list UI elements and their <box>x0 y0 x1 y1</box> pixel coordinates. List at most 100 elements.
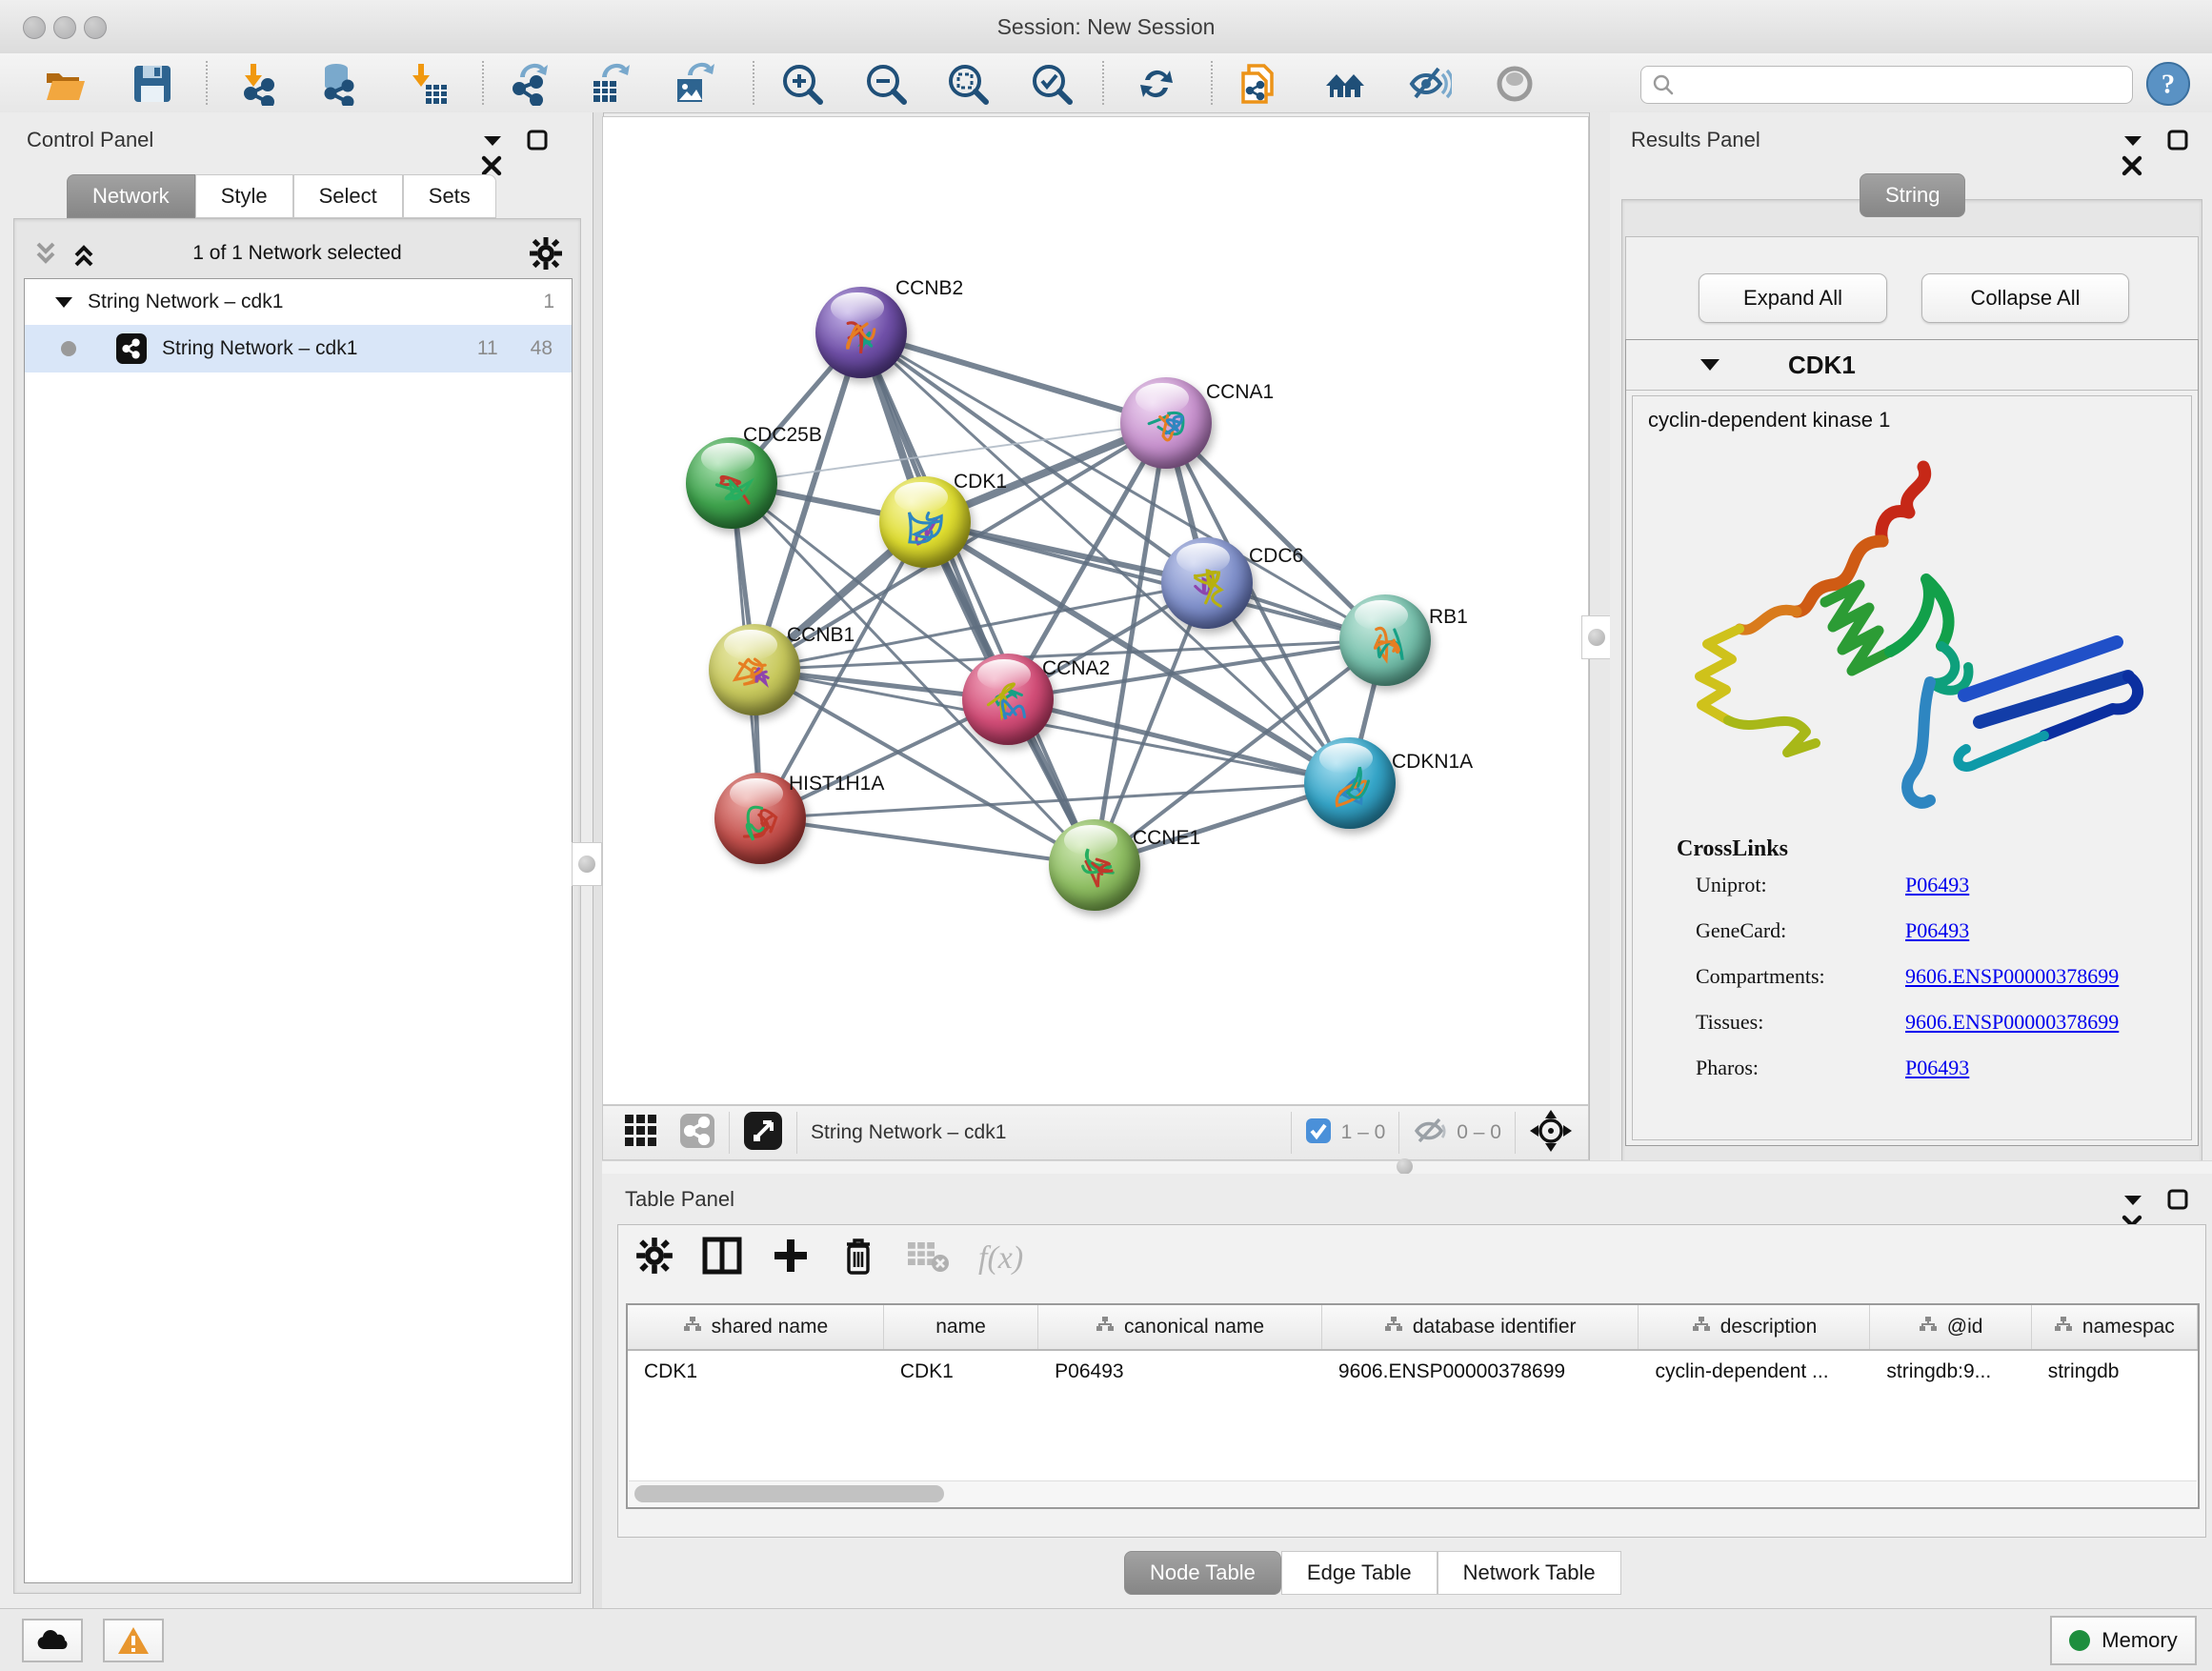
import-network-database-icon[interactable] <box>316 61 362 107</box>
export-table-icon[interactable] <box>587 61 633 107</box>
detach-view-icon[interactable] <box>743 1111 783 1156</box>
network-row-selected[interactable]: String Network – cdk1 11 48 <box>25 325 572 372</box>
tab-network-table[interactable]: Network Table <box>1438 1551 1621 1595</box>
float-panel-icon[interactable] <box>2166 1189 2189 1210</box>
bottom-splitter-handle[interactable] <box>1397 1158 1413 1175</box>
export-network-icon[interactable] <box>507 61 553 107</box>
function-builder-icon[interactable]: f(x) <box>978 1240 1023 1277</box>
tab-style[interactable]: Style <box>195 174 293 218</box>
expand-all-button[interactable]: Expand All <box>1699 273 1887 323</box>
network-node-ccne1[interactable] <box>1049 819 1140 911</box>
tab-string[interactable]: String <box>1860 173 1965 217</box>
table-cell[interactable]: cyclin-dependent ... <box>1639 1351 1870 1393</box>
table-cell[interactable]: stringdb:9... <box>1870 1351 2031 1393</box>
open-session-icon[interactable] <box>42 61 88 107</box>
delete-column-icon[interactable] <box>839 1235 877 1281</box>
welcome-screen-icon[interactable] <box>1322 61 1368 107</box>
collapse-all-button[interactable]: Collapse All <box>1921 273 2129 323</box>
float-panel-icon[interactable] <box>526 130 549 151</box>
hidden-eye-icon[interactable] <box>1413 1116 1447 1151</box>
float-panel-icon[interactable] <box>2166 130 2189 151</box>
network-node-rb1[interactable] <box>1339 594 1431 686</box>
crosslink-value-link[interactable]: P06493 <box>1905 1056 1969 1080</box>
node-label-ccna1: CCNA1 <box>1206 381 1274 404</box>
delete-table-icon[interactable] <box>906 1237 950 1279</box>
crosslink-value-link[interactable]: 9606.ENSP00000378699 <box>1905 1010 2119 1035</box>
entry-header[interactable]: CDK1 <box>1626 340 2198 391</box>
table-row[interactable]: CDK1CDK1P064939606.ENSP00000378699cyclin… <box>628 1351 2198 1393</box>
cloud-button[interactable] <box>22 1619 83 1662</box>
duplicate-network-icon[interactable] <box>1237 61 1282 107</box>
right-splitter-handle[interactable] <box>1581 615 1612 659</box>
column-header--id[interactable]: @id <box>1870 1305 2031 1349</box>
collapse-panel-icon[interactable] <box>2121 130 2145 151</box>
column-tree-icon <box>1692 1316 1711 1339</box>
show-hide-graphics-details-icon[interactable] <box>1406 61 1452 107</box>
table-settings-icon[interactable] <box>635 1237 674 1279</box>
tab-network[interactable]: Network <box>67 174 195 218</box>
column-header-shared-name[interactable]: shared name <box>628 1305 884 1349</box>
warnings-button[interactable] <box>103 1619 164 1662</box>
close-panel-icon[interactable] <box>2121 155 2143 176</box>
column-header-database-identifier[interactable]: database identifier <box>1322 1305 1639 1349</box>
tab-edge-table[interactable]: Edge Table <box>1281 1551 1438 1595</box>
close-panel-icon[interactable] <box>480 155 503 176</box>
help-icon[interactable]: ? <box>2145 61 2191 107</box>
zoom-out-icon[interactable] <box>863 61 909 107</box>
import-network-file-icon[interactable] <box>236 61 282 107</box>
save-session-icon[interactable] <box>130 61 175 107</box>
tab-node-table[interactable]: Node Table <box>1124 1551 1281 1595</box>
cloud-icon <box>35 1628 70 1653</box>
column-header-description[interactable]: description <box>1639 1305 1870 1349</box>
share-view-icon[interactable] <box>679 1113 715 1154</box>
table-cell[interactable]: P06493 <box>1038 1351 1322 1393</box>
network-node-cdkn1a[interactable] <box>1304 737 1396 829</box>
footer-separator <box>1515 1112 1516 1154</box>
column-header-namespac[interactable]: namespac <box>2032 1305 2198 1349</box>
network-options-gear-icon[interactable] <box>529 236 563 275</box>
column-header-canonical-name[interactable]: canonical name <box>1038 1305 1322 1349</box>
memory-button[interactable]: Memory <box>2050 1616 2197 1665</box>
crosslink-value-link[interactable]: P06493 <box>1905 918 1969 943</box>
network-collection-row[interactable]: String Network – cdk1 1 <box>25 279 572 325</box>
table-cell[interactable]: stringdb <box>2032 1351 2198 1393</box>
zoom-selected-icon[interactable] <box>1029 61 1075 107</box>
scrollbar-thumb[interactable] <box>634 1485 944 1502</box>
results-panel-window-buttons <box>2103 130 2212 181</box>
network-node-cdc25b[interactable] <box>686 437 777 529</box>
crosslink-label: Tissues: <box>1696 1010 1905 1035</box>
crosslink-value-link[interactable]: P06493 <box>1905 873 1969 897</box>
bottom-splitter[interactable] <box>602 1160 2212 1175</box>
export-image-icon[interactable] <box>671 61 716 107</box>
search-input[interactable] <box>1676 73 2132 96</box>
table-cell[interactable]: CDK1 <box>884 1351 1038 1393</box>
collapse-panel-icon[interactable] <box>2121 1189 2145 1210</box>
import-table-file-icon[interactable] <box>404 61 450 107</box>
refresh-icon[interactable] <box>1134 61 1179 107</box>
grid-view-icon[interactable] <box>624 1114 658 1153</box>
toolbar-separator <box>1102 61 1104 105</box>
tab-select[interactable]: Select <box>293 174 403 218</box>
birds-eye-view-icon[interactable] <box>1492 61 1538 107</box>
tree-expand-icon[interactable] <box>53 293 74 311</box>
collapse-panel-icon[interactable] <box>480 130 505 151</box>
network-node-cdc6[interactable] <box>1161 537 1253 629</box>
zoom-fit-icon[interactable] <box>945 61 991 107</box>
left-splitter-handle[interactable] <box>572 842 602 886</box>
network-view-canvas[interactable]: CCNB2CCNA1CDC25BCDK1CDC6RB1CCNB1CCNA2CDK… <box>602 116 1589 1105</box>
zoom-in-icon[interactable] <box>779 61 825 107</box>
fit-selected-crosshair-icon[interactable] <box>1529 1109 1573 1158</box>
entry-collapse-icon[interactable] <box>1699 355 1721 374</box>
column-header-name[interactable]: name <box>884 1305 1038 1349</box>
add-column-icon[interactable] <box>771 1236 811 1280</box>
tab-sets[interactable]: Sets <box>403 174 496 218</box>
table-cell[interactable]: CDK1 <box>628 1351 884 1393</box>
selected-checkbox-icon[interactable] <box>1305 1117 1332 1149</box>
table-horizontal-scrollbar[interactable] <box>629 1480 2197 1506</box>
split-columns-icon[interactable] <box>702 1236 742 1280</box>
network-node-ccna1[interactable] <box>1120 377 1212 469</box>
network-node-ccna2[interactable] <box>962 654 1054 745</box>
crosslink-value-link[interactable]: 9606.ENSP00000378699 <box>1905 964 2119 989</box>
table-cell[interactable]: 9606.ENSP00000378699 <box>1322 1351 1639 1393</box>
network-node-ccnb2[interactable] <box>815 287 907 378</box>
